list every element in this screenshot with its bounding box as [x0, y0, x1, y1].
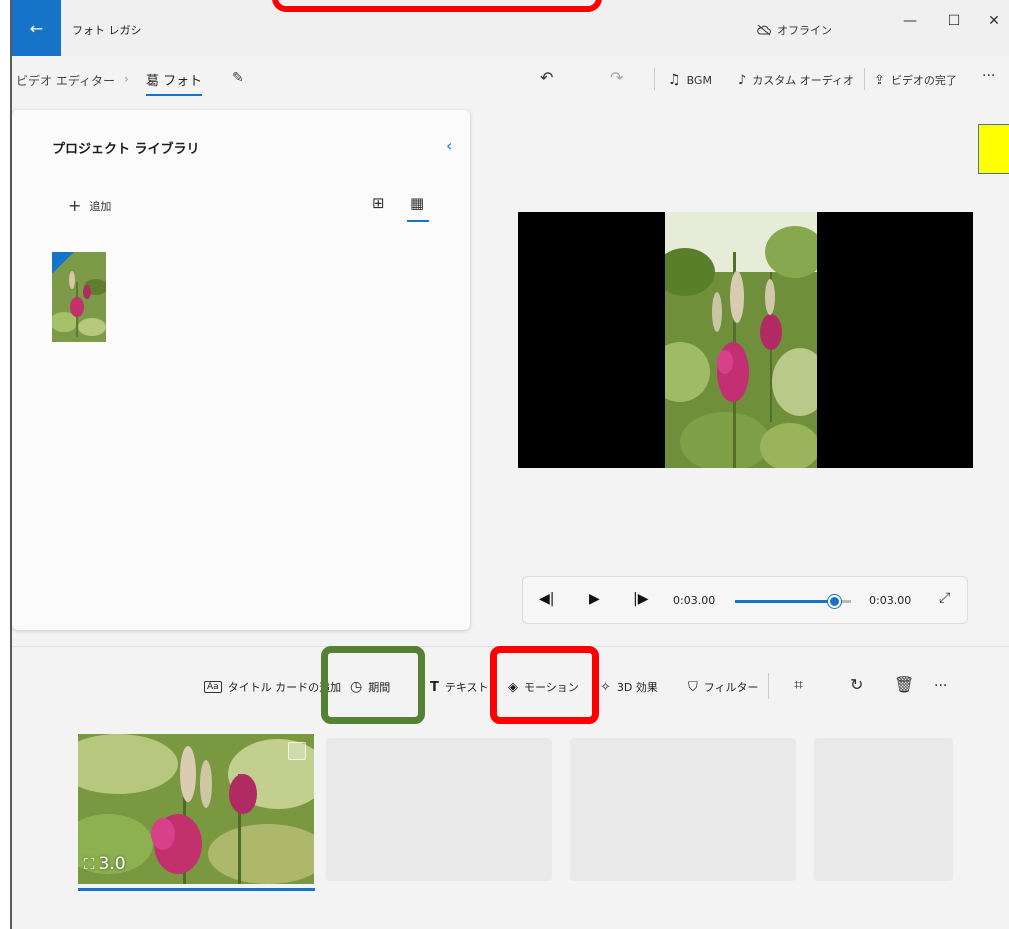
undo-icon[interactable]: ↶ — [540, 68, 553, 87]
playback-controls: ◀| ▶ |▶ 0:03.00 0:03.00 ⤢ — [522, 576, 968, 624]
clip-select-checkbox[interactable] — [288, 742, 306, 760]
filter-button[interactable]: ⛉ フィルター — [688, 679, 759, 695]
back-button[interactable]: ← — [12, 0, 61, 56]
3d-effects-label: 3D 効果 — [616, 681, 658, 694]
preview-frame — [665, 212, 817, 468]
fullscreen-expand-icon[interactable]: ⤢ — [939, 590, 950, 606]
clip-selected-indicator — [78, 888, 315, 891]
clip-duration: 3.0 — [98, 854, 126, 874]
selected-corner-indicator — [52, 252, 74, 274]
library-media-thumbnail[interactable] — [52, 252, 106, 342]
text-icon: T — [430, 679, 439, 695]
storyboard-empty-slot[interactable] — [814, 738, 953, 881]
red-annotation-top — [272, 0, 602, 12]
rename-pencil-icon[interactable]: ✎ — [232, 70, 244, 86]
collapse-chevron-icon[interactable]: ‹ — [446, 136, 452, 155]
library-title: プロジェクト ライブラリ — [52, 142, 200, 157]
red-annotation-box — [490, 646, 599, 724]
grid-small-view-icon[interactable]: ▦ — [410, 194, 424, 212]
next-frame-icon[interactable]: |▶ — [633, 591, 648, 607]
seek-slider-fill — [735, 600, 834, 603]
3d-effects-button[interactable]: ✧ 3D 効果 — [600, 679, 658, 695]
total-time: 0:03.00 — [869, 594, 912, 607]
maximize-icon: ☐ — [947, 13, 961, 29]
close-icon: ✕ — [988, 13, 1000, 29]
offline-label: オフライン — [777, 24, 832, 37]
minimize-icon: — — [903, 13, 917, 29]
storyboard-empty-slot[interactable] — [326, 738, 552, 881]
text-button[interactable]: T テキスト — [430, 679, 489, 695]
filter-icon: ⛉ — [688, 679, 698, 695]
back-arrow-icon: ← — [29, 18, 44, 38]
toolbar-divider — [654, 68, 655, 90]
storyboard-more-button[interactable]: ··· — [934, 678, 947, 694]
rotate-icon[interactable]: ↻ — [850, 675, 863, 694]
image-icon: ⛶ — [84, 855, 95, 873]
photos-app-window: ← フォト レガシ オフライン — ☐ ✕ ビデオ エディター › 葛 フォト … — [10, 0, 1009, 929]
custom-audio-button[interactable]: ♪ カスタム オーディオ — [738, 72, 854, 88]
previous-frame-icon[interactable]: ◀| — [539, 591, 554, 607]
project-name[interactable]: 葛 フォト — [146, 70, 202, 89]
filter-label: フィルター — [703, 681, 759, 694]
custom-audio-label: カスタム オーディオ — [752, 74, 855, 87]
flower-preview-image — [665, 212, 817, 468]
play-icon[interactable]: ▶ — [589, 591, 600, 607]
grid-large-view-icon[interactable]: ⊞ — [372, 194, 385, 212]
toolbar-divider — [864, 68, 865, 90]
finish-video-label: ビデオの完了 — [890, 74, 957, 87]
more-options-button[interactable]: ··· — [982, 68, 995, 84]
seek-slider[interactable] — [735, 595, 851, 608]
text-label: テキスト — [444, 681, 489, 694]
project-library-panel: プロジェクト ライブラリ ‹ + 追加 ⊞ ▦ — [12, 110, 470, 630]
storyboard-clip-card[interactable]: ⛶ 3.0 — [78, 734, 314, 884]
offline-status: オフライン — [757, 22, 832, 38]
crop-icon[interactable]: ⌗ — [794, 675, 803, 695]
clip-duration-badge: ⛶ 3.0 — [84, 854, 126, 874]
bgm-label: BGM — [686, 73, 712, 87]
view-selected-indicator — [407, 220, 429, 222]
minimize-button[interactable]: — — [890, 8, 930, 34]
storyboard-empty-slot[interactable] — [570, 738, 796, 881]
finish-video-button[interactable]: ⇪ ビデオの完了 — [874, 72, 957, 88]
current-time: 0:03.00 — [673, 594, 716, 607]
3d-effects-icon: ✧ — [600, 679, 611, 695]
title-card-icon: Aa — [204, 681, 222, 693]
bgm-button[interactable]: ♫ BGM — [668, 72, 712, 88]
add-label: 追加 — [89, 199, 112, 213]
redo-icon[interactable]: ↷ — [610, 68, 623, 87]
cloud-offline-icon — [757, 24, 771, 36]
seek-slider-thumb[interactable] — [827, 595, 841, 608]
editor-toolbar: ビデオ エディター › 葛 フォト ✎ ↶ ↷ ♫ BGM ♪ カスタム オーデ… — [12, 56, 1009, 104]
yellow-annotation-marker — [978, 124, 1009, 174]
maximize-button[interactable]: ☐ — [934, 8, 974, 34]
app-title: フォト レガシ — [72, 24, 142, 37]
delete-trash-icon[interactable]: 🗑 — [894, 675, 914, 694]
add-media-button[interactable]: + 追加 — [68, 196, 111, 215]
project-name-underline — [146, 94, 202, 96]
music-note-icon: ♫ — [668, 72, 681, 88]
green-annotation-box — [321, 646, 425, 724]
custom-audio-icon: ♪ — [738, 72, 747, 88]
close-button[interactable]: ✕ — [974, 8, 1009, 34]
breadcrumb-separator: › — [124, 72, 129, 86]
storyboard-toolbar-divider — [768, 673, 769, 699]
plus-icon: + — [68, 196, 82, 215]
video-preview — [518, 212, 973, 468]
breadcrumb-video-editor[interactable]: ビデオ エディター — [16, 72, 115, 89]
share-icon: ⇪ — [874, 72, 885, 88]
